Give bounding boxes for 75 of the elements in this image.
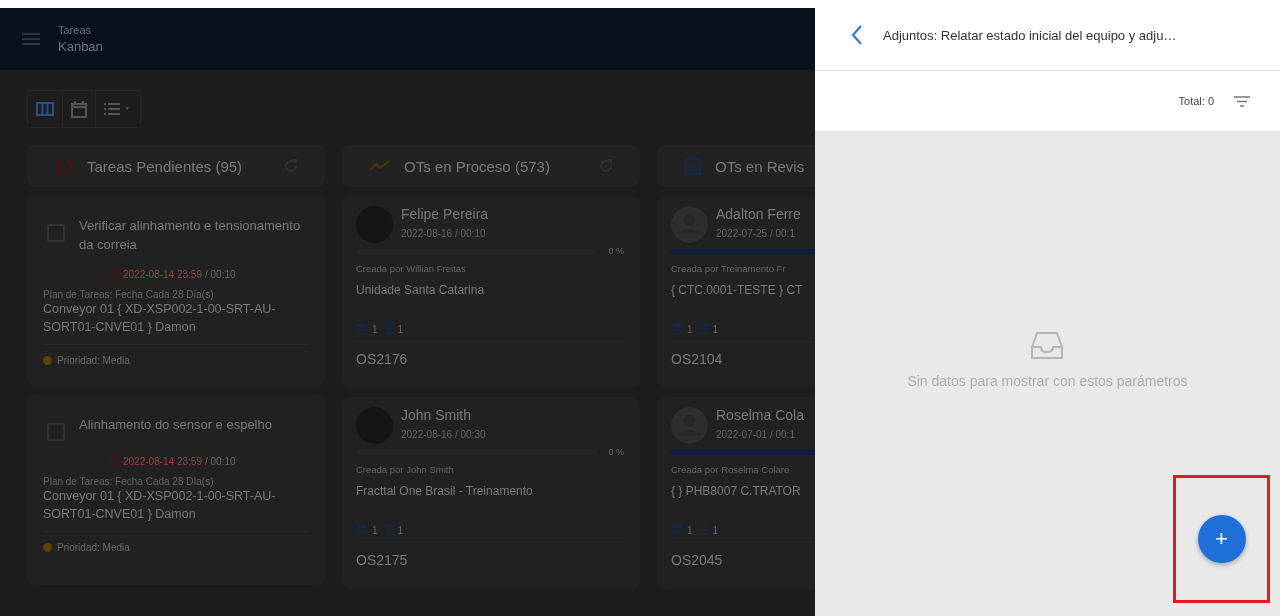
order-date: 2022-08-16 / 00:10: [401, 228, 487, 239]
alert-icon: [108, 268, 120, 280]
checklist-icon: [381, 323, 394, 335]
order-code: OS2175: [356, 552, 409, 568]
stack-icon: [671, 323, 683, 335]
order-code: OS2104: [671, 351, 724, 367]
due-date: 2022-08-14 23:59: [123, 268, 202, 280]
order-date: 2022-07-01 / 00:1: [716, 429, 796, 440]
resource-count: 1: [687, 323, 693, 335]
assignee-name: Felipe Pereira: [401, 206, 489, 222]
order-date: 2022-07-25 / 00:1: [716, 228, 796, 239]
stack-icon: [356, 323, 368, 335]
inbox-icon: [1030, 331, 1065, 361]
checklist-icon: [696, 524, 709, 536]
task-card[interactable]: Verificar alinhamento e tensionamento da correia 2022-08-14 23:59 / 00:10 Plan de Tareas: Fecha Cada 28 Día(s) Conveyor 01 { XD-XSP002-1-00-SRT-AU-SORT01-CNVE01 } Damon Prioridad: Media: [27, 196, 325, 386]
priority-label: Prioridad: Media: [57, 542, 130, 553]
order-code: OS2176: [356, 351, 409, 367]
trend-line-icon: [370, 160, 390, 172]
task-count: 1: [397, 323, 404, 335]
order-location: Fracttal One Brasil - Treinamento: [356, 484, 534, 498]
back-icon[interactable]: [851, 24, 863, 46]
assignee-name: Adalton Ferre: [716, 206, 801, 222]
created-by: Creada por John Smith: [356, 464, 455, 475]
created-by: Creada por Roselma Colare: [671, 464, 791, 475]
assignee-name: Roselma Cola: [716, 407, 804, 423]
task-duration: / 00:10: [204, 455, 236, 467]
filter-icon[interactable]: [1234, 95, 1250, 107]
order-date: 2022-08-16 / 00:30: [401, 429, 486, 440]
timer-icon: [55, 157, 73, 175]
checklist-icon: [696, 323, 709, 335]
empty-message: Sin datos para mostrar con estos parámetros: [907, 373, 1188, 389]
order-location: { } PHB8007 C.TRATOR: [671, 484, 802, 498]
task-card[interactable]: Alinhamento do sensor e espelho 2022-08-14 23:59 / 00:10 Plan de Tareas: Fecha Cada 28 Día(s) Conveyor 01 { XD-XSP002-1-00-SRT-AU-SORT01-CNVE01 } Damon Prioridad: Media: [27, 395, 325, 585]
stack-icon: [671, 524, 683, 536]
resource-count: 1: [372, 524, 378, 536]
alert-icon: [108, 455, 120, 467]
created-by: Creada por Treinamento Fr: [671, 263, 787, 274]
due-date: 2022-08-14 23:59: [123, 455, 202, 467]
app-title: Tareas: [58, 24, 93, 36]
clipboard-icon: [685, 157, 701, 175]
work-order-card[interactable]: Roselma Cola 2022-07-01 / 00:1 Creada por Roselma Colare { } PHB8007 C.TRATOR 1 1 OS2045: [657, 397, 815, 589]
asset-name: Conveyor 01 { XD-XSP002-1-00-SRT-AU-SORT01-CNVE01 } Damon: [43, 300, 309, 345]
asset-name: Conveyor 01 { XD-XSP002-1-00-SRT-AU-SORT01-CNVE01 } Damon: [43, 487, 309, 532]
total-count: Total: 0: [1178, 95, 1214, 107]
list-dropdown-icon: [104, 103, 132, 115]
app-subtitle: Kanban: [58, 39, 103, 54]
stack-icon: [356, 524, 368, 536]
created-by: Creada por Willian Freitas: [356, 263, 467, 274]
resource-count: 1: [372, 323, 378, 335]
task-duration: / 00:10: [204, 268, 236, 280]
progress-percent: 0 %: [608, 447, 624, 457]
resource-count: 1: [687, 524, 693, 536]
work-order-card[interactable]: Adalton Ferre 2022-07-25 / 00:1 Creada por Treinamento Fr { CTC.0001-TESTE } CT 1 1 OS2104: [657, 196, 815, 388]
panel-title: Adjuntos: Relatar estado inicial del equipo y adju…: [883, 27, 1177, 43]
column-title: OTs en Revis: [715, 157, 806, 175]
calendar-icon: [71, 100, 87, 118]
assignee-name: John Smith: [401, 407, 473, 423]
priority-label: Prioridad: Media: [57, 355, 130, 366]
checklist-icon: [381, 524, 394, 536]
order-code: OS2045: [671, 552, 724, 568]
task-plan: Plan de Tareas: Fecha Cada 28 Día(s): [43, 289, 215, 300]
progress-percent: 0 %: [608, 246, 624, 256]
task-count: 1: [712, 524, 719, 536]
task-count: 1: [397, 524, 404, 536]
column-title: OTs en Proceso (573): [404, 157, 551, 175]
column-title: Tareas Pendientes (95): [87, 157, 244, 175]
order-location: { CTC.0001-TESTE } CT: [671, 283, 804, 297]
menu-icon[interactable]: [22, 33, 40, 45]
task-title: Verificar alinhamento e tensionamento da correia: [79, 217, 302, 254]
add-button[interactable]: +: [1197, 515, 1246, 563]
columns-icon: [36, 102, 54, 116]
order-location: Unidade Santa Catarina: [356, 283, 486, 297]
task-plan: Plan de Tareas: Fecha Cada 28 Día(s): [43, 476, 215, 487]
task-count: 1: [712, 323, 719, 335]
task-title: Alinhamento do sensor e espelho: [79, 416, 272, 434]
